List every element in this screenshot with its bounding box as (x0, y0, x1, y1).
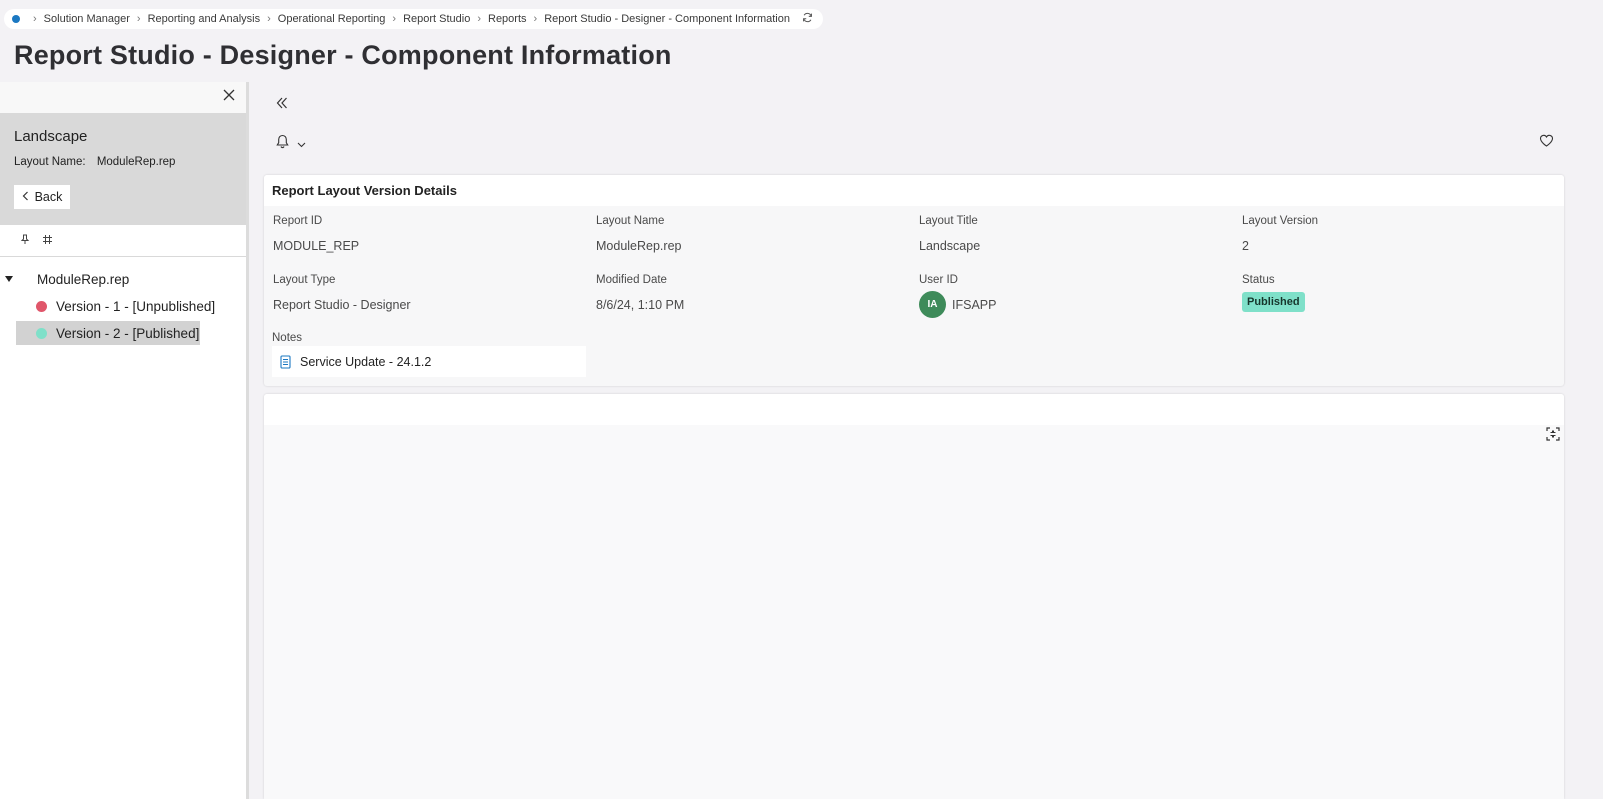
field-value: 8/6/24, 1:10 PM (596, 298, 685, 312)
chevron-right-icon: › (136, 13, 141, 25)
layout-name-value: ModuleRep.rep (96, 156, 176, 168)
field-notes-label: Notes (272, 332, 302, 344)
field-label: Layout Title (919, 215, 978, 227)
version-tree: ModuleRep.rep Version - 1 - [Unpublished… (0, 257, 246, 345)
expand-icon[interactable] (1546, 427, 1560, 446)
caret-down-icon[interactable] (5, 276, 13, 282)
tree-root[interactable]: ModuleRep.rep (0, 267, 246, 291)
field-layout-type: Layout Type Report Studio - Designer (273, 274, 411, 312)
back-button[interactable]: Back (14, 185, 70, 209)
field-modified-date: Modified Date 8/6/24, 1:10 PM (596, 274, 684, 312)
field-layout-version: Layout Version 2 (1242, 215, 1318, 253)
field-report-id: Report ID MODULE_REP (273, 215, 359, 253)
breadcrumb-item-operational-reporting[interactable]: Operational Reporting (278, 13, 386, 25)
status-badge: Published (1242, 292, 1305, 312)
breadcrumb-item-solution-manager[interactable]: Solution Manager (44, 13, 130, 25)
breadcrumb-item-report-studio[interactable]: Report Studio (403, 13, 470, 25)
document-icon (280, 354, 291, 369)
card-title: Report Layout Version Details (272, 183, 457, 198)
card-header (264, 394, 1564, 425)
chevron-left-icon (22, 190, 29, 204)
field-label: Modified Date (596, 274, 667, 286)
field-label: User ID (919, 274, 958, 286)
field-label: Layout Version (1242, 215, 1319, 227)
field-value: ModuleRep.rep (596, 239, 682, 253)
card-header: Report Layout Version Details (264, 175, 1564, 206)
page-title: Report Studio - Designer - Component Inf… (14, 40, 672, 70)
field-label: Status (1242, 274, 1275, 286)
field-layout-name: Layout Name ModuleRep.rep (596, 215, 681, 253)
heart-icon[interactable] (1539, 134, 1554, 152)
tree-root-label: ModuleRep.rep (37, 271, 130, 287)
notes-value: Service Update - 24.1.2 (300, 354, 432, 369)
breadcrumb: › Solution Manager › Reporting and Analy… (4, 9, 823, 29)
tree-item-version-2[interactable]: Version - 2 - [Published] (16, 321, 200, 345)
layout-version-details-card: Report Layout Version Details Report ID … (264, 175, 1564, 386)
navigator-panel: Landscape Layout Name: ModuleRep.rep Bac… (0, 82, 249, 799)
chevron-right-icon: › (392, 13, 397, 25)
bell-icon (276, 134, 289, 154)
field-value: IFSAPP (952, 297, 997, 312)
tree-item-version-1[interactable]: Version - 1 - [Unpublished] (16, 294, 246, 318)
field-label: Notes (272, 332, 303, 344)
breadcrumb-item-reporting-and-analysis[interactable]: Reporting and Analysis (148, 13, 261, 25)
breadcrumb-item-reports[interactable]: Reports (488, 13, 527, 25)
report-preview-card (264, 394, 1564, 799)
layout-name-row: Layout Name: ModuleRep.rep (14, 156, 175, 168)
user-id-row[interactable]: IA IFSAPP (919, 291, 996, 318)
close-icon[interactable] (220, 87, 238, 105)
chevron-down-icon (297, 135, 306, 153)
notifications-dropdown[interactable] (276, 134, 306, 154)
refresh-icon[interactable] (802, 12, 813, 26)
double-chevron-left-icon[interactable] (275, 94, 289, 115)
tree-item-label: Version - 2 - [Published] (56, 325, 200, 341)
avatar: IA (919, 291, 946, 318)
chevron-right-icon: › (267, 13, 271, 25)
chevron-right-icon: › (477, 13, 481, 25)
back-button-label: Back (34, 190, 63, 204)
field-value: MODULE_REP (273, 239, 360, 253)
status-dot-icon (36, 327, 47, 339)
notes-field[interactable]: Service Update - 24.1.2 (272, 346, 586, 377)
panel-toolbar (0, 225, 246, 257)
field-label: Layout Type (273, 274, 336, 286)
field-user-id: User ID IA IFSAPP (919, 274, 996, 318)
pin-icon[interactable] (20, 234, 30, 248)
tree-item-label: Version - 1 - [Unpublished] (56, 298, 216, 314)
hash-icon[interactable] (42, 234, 53, 248)
field-value: Report Studio - Designer (273, 298, 411, 312)
panel-header: Landscape Layout Name: ModuleRep.rep Bac… (0, 113, 246, 225)
layout-name-label: Layout Name: (14, 156, 86, 168)
field-value: Landscape (919, 239, 981, 253)
panel-top-bar (0, 82, 246, 113)
panel-title: Landscape (14, 128, 88, 145)
field-label: Layout Name (596, 215, 665, 227)
home-dot-icon[interactable] (12, 15, 20, 23)
chevron-right-icon: › (33, 13, 37, 25)
field-layout-title: Layout Title Landscape (919, 215, 980, 253)
status-dot-icon (36, 300, 47, 312)
breadcrumb-current: Report Studio - Designer - Component Inf… (544, 13, 790, 25)
field-label: Report ID (273, 215, 323, 227)
field-status: Status Published (1242, 274, 1305, 312)
field-value: 2 (1242, 239, 1249, 253)
chevron-right-icon: › (533, 13, 538, 25)
